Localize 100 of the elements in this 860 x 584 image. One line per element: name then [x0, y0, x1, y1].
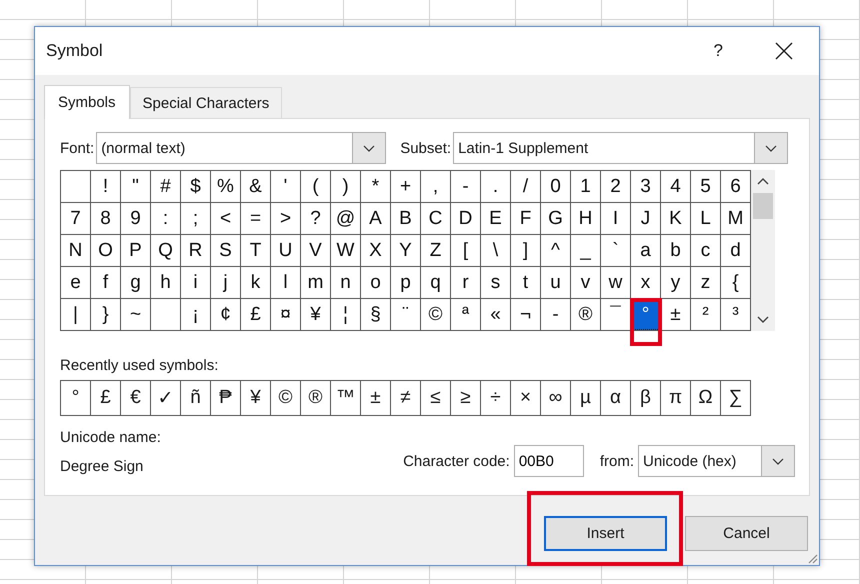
symbol-cell[interactable]: | [61, 299, 91, 331]
symbol-cell[interactable]: H [571, 203, 601, 235]
symbol-cell[interactable]: h [151, 267, 181, 299]
symbol-cell[interactable]: ¯ [601, 299, 631, 331]
symbol-cell[interactable]: ¤ [271, 299, 301, 331]
symbol-cell[interactable]: e [61, 267, 91, 299]
symbol-cell[interactable]: ¢ [211, 299, 241, 331]
scroll-thumb[interactable] [753, 193, 773, 219]
symbol-cell[interactable]: l [271, 267, 301, 299]
close-icon[interactable] [775, 42, 793, 60]
symbol-cell[interactable]: T [241, 235, 271, 267]
symbol-cell[interactable]: ] [511, 235, 541, 267]
symbol-cell[interactable] [61, 171, 91, 203]
symbol-cell[interactable]: ' [271, 171, 301, 203]
symbol-cell[interactable]: ¬ [511, 299, 541, 331]
symbol-cell[interactable]: , [421, 171, 451, 203]
symbol-cell[interactable]: X [361, 235, 391, 267]
symbol-cell[interactable]: f [91, 267, 121, 299]
symbol-cell[interactable]: ^ [541, 235, 571, 267]
symbol-cell[interactable]: N [61, 235, 91, 267]
symbol-cell[interactable]: c [691, 235, 721, 267]
symbol-cell[interactable]: ¥ [301, 299, 331, 331]
symbol-cell[interactable]: I [601, 203, 631, 235]
symbol-cell[interactable]: w [601, 267, 631, 299]
symbol-cell[interactable]: ! [91, 171, 121, 203]
symbol-cell[interactable]: v [571, 267, 601, 299]
symbol-cell[interactable]: = [241, 203, 271, 235]
symbol-cell[interactable]: ` [601, 235, 631, 267]
symbol-cell[interactable]: A [361, 203, 391, 235]
symbol-cell[interactable]: z [691, 267, 721, 299]
tab[interactable]: Special Characters [130, 87, 282, 118]
symbol-cell[interactable]: ) [331, 171, 361, 203]
help-button[interactable]: ? [714, 41, 723, 61]
symbol-cell[interactable]: r [451, 267, 481, 299]
symbol-cell[interactable]: Y [391, 235, 421, 267]
symbol-cell[interactable]: « [481, 299, 511, 331]
symbol-cell[interactable]: L [691, 203, 721, 235]
symbol-cell[interactable]: q [421, 267, 451, 299]
subset-dropdown[interactable]: Latin-1 Supplement [453, 132, 788, 164]
dialog-button[interactable]: Insert [544, 516, 667, 551]
symbol-cell[interactable]: # [151, 171, 181, 203]
symbol-cell[interactable]: S [211, 235, 241, 267]
symbol-cell[interactable]: 7 [61, 203, 91, 235]
symbol-cell[interactable]: < [211, 203, 241, 235]
symbol-cell[interactable]: $ [181, 171, 211, 203]
symbol-cell[interactable]: : [151, 203, 181, 235]
symbol-cell[interactable]: g [121, 267, 151, 299]
dialog-button[interactable]: Cancel [685, 516, 808, 551]
symbol-cell[interactable]: a [631, 235, 661, 267]
symbol-cell[interactable]: i [181, 267, 211, 299]
symbol-cell[interactable]: - [541, 299, 571, 331]
symbol-cell[interactable]: E [481, 203, 511, 235]
symbol-cell[interactable]: s [481, 267, 511, 299]
symbol-cell[interactable]: m [301, 267, 331, 299]
symbol-cell[interactable]: / [511, 171, 541, 203]
symbol-cell[interactable]: % [211, 171, 241, 203]
symbol-cell[interactable]: [ [451, 235, 481, 267]
resize-grip-icon[interactable] [806, 552, 818, 564]
symbol-cell[interactable]: " [121, 171, 151, 203]
symbol-cell[interactable]: 8 [91, 203, 121, 235]
symbol-cell[interactable]: £ [241, 299, 271, 331]
symbol-cell[interactable]: ~ [121, 299, 151, 331]
character-code-field[interactable]: 00B0 [514, 445, 584, 477]
symbol-cell[interactable]: P [121, 235, 151, 267]
symbol-cell[interactable]: F [511, 203, 541, 235]
symbol-cell[interactable]: ; [181, 203, 211, 235]
symbol-cell[interactable]: 9 [121, 203, 151, 235]
symbol-cell[interactable]: u [541, 267, 571, 299]
symbol-cell[interactable]: B [391, 203, 421, 235]
symbol-cell[interactable]: k [241, 267, 271, 299]
symbol-cell[interactable]: & [241, 171, 271, 203]
symbol-cell[interactable]: ( [301, 171, 331, 203]
symbol-cell[interactable]: ® [571, 299, 601, 331]
symbol-cell[interactable]: § [361, 299, 391, 331]
symbol-cell[interactable]: D [451, 203, 481, 235]
symbol-cell[interactable]: © [421, 299, 451, 331]
symbol-cell[interactable]: 3 [631, 171, 661, 203]
symbol-cell[interactable]: ¦ [331, 299, 361, 331]
symbol-cell[interactable]: t [511, 267, 541, 299]
symbol-cell[interactable]: ± [661, 299, 691, 331]
scrollbar[interactable] [751, 170, 775, 331]
symbol-cell[interactable]: _ [571, 235, 601, 267]
symbol-cell[interactable]: O [91, 235, 121, 267]
symbol-cell[interactable]: y [661, 267, 691, 299]
symbol-cell[interactable]: } [91, 299, 121, 331]
symbol-cell[interactable]: ª [451, 299, 481, 331]
symbol-cell[interactable]: 5 [691, 171, 721, 203]
symbol-cell[interactable]: Q [151, 235, 181, 267]
chevron-up-icon[interactable] [757, 178, 769, 185]
symbol-cell[interactable]: Z [421, 235, 451, 267]
symbol-cell[interactable]: C [421, 203, 451, 235]
symbol-cell[interactable]: ¨ [391, 299, 421, 331]
symbol-cell[interactable]: ? [301, 203, 331, 235]
symbol-cell[interactable]: . [481, 171, 511, 203]
symbol-cell[interactable]: 1 [571, 171, 601, 203]
symbol-cell[interactable]: - [451, 171, 481, 203]
font-dropdown[interactable]: (normal text) [96, 132, 386, 164]
symbol-cell[interactable]: W [331, 235, 361, 267]
symbol-cell[interactable]: G [541, 203, 571, 235]
symbol-cell[interactable]: @ [331, 203, 361, 235]
